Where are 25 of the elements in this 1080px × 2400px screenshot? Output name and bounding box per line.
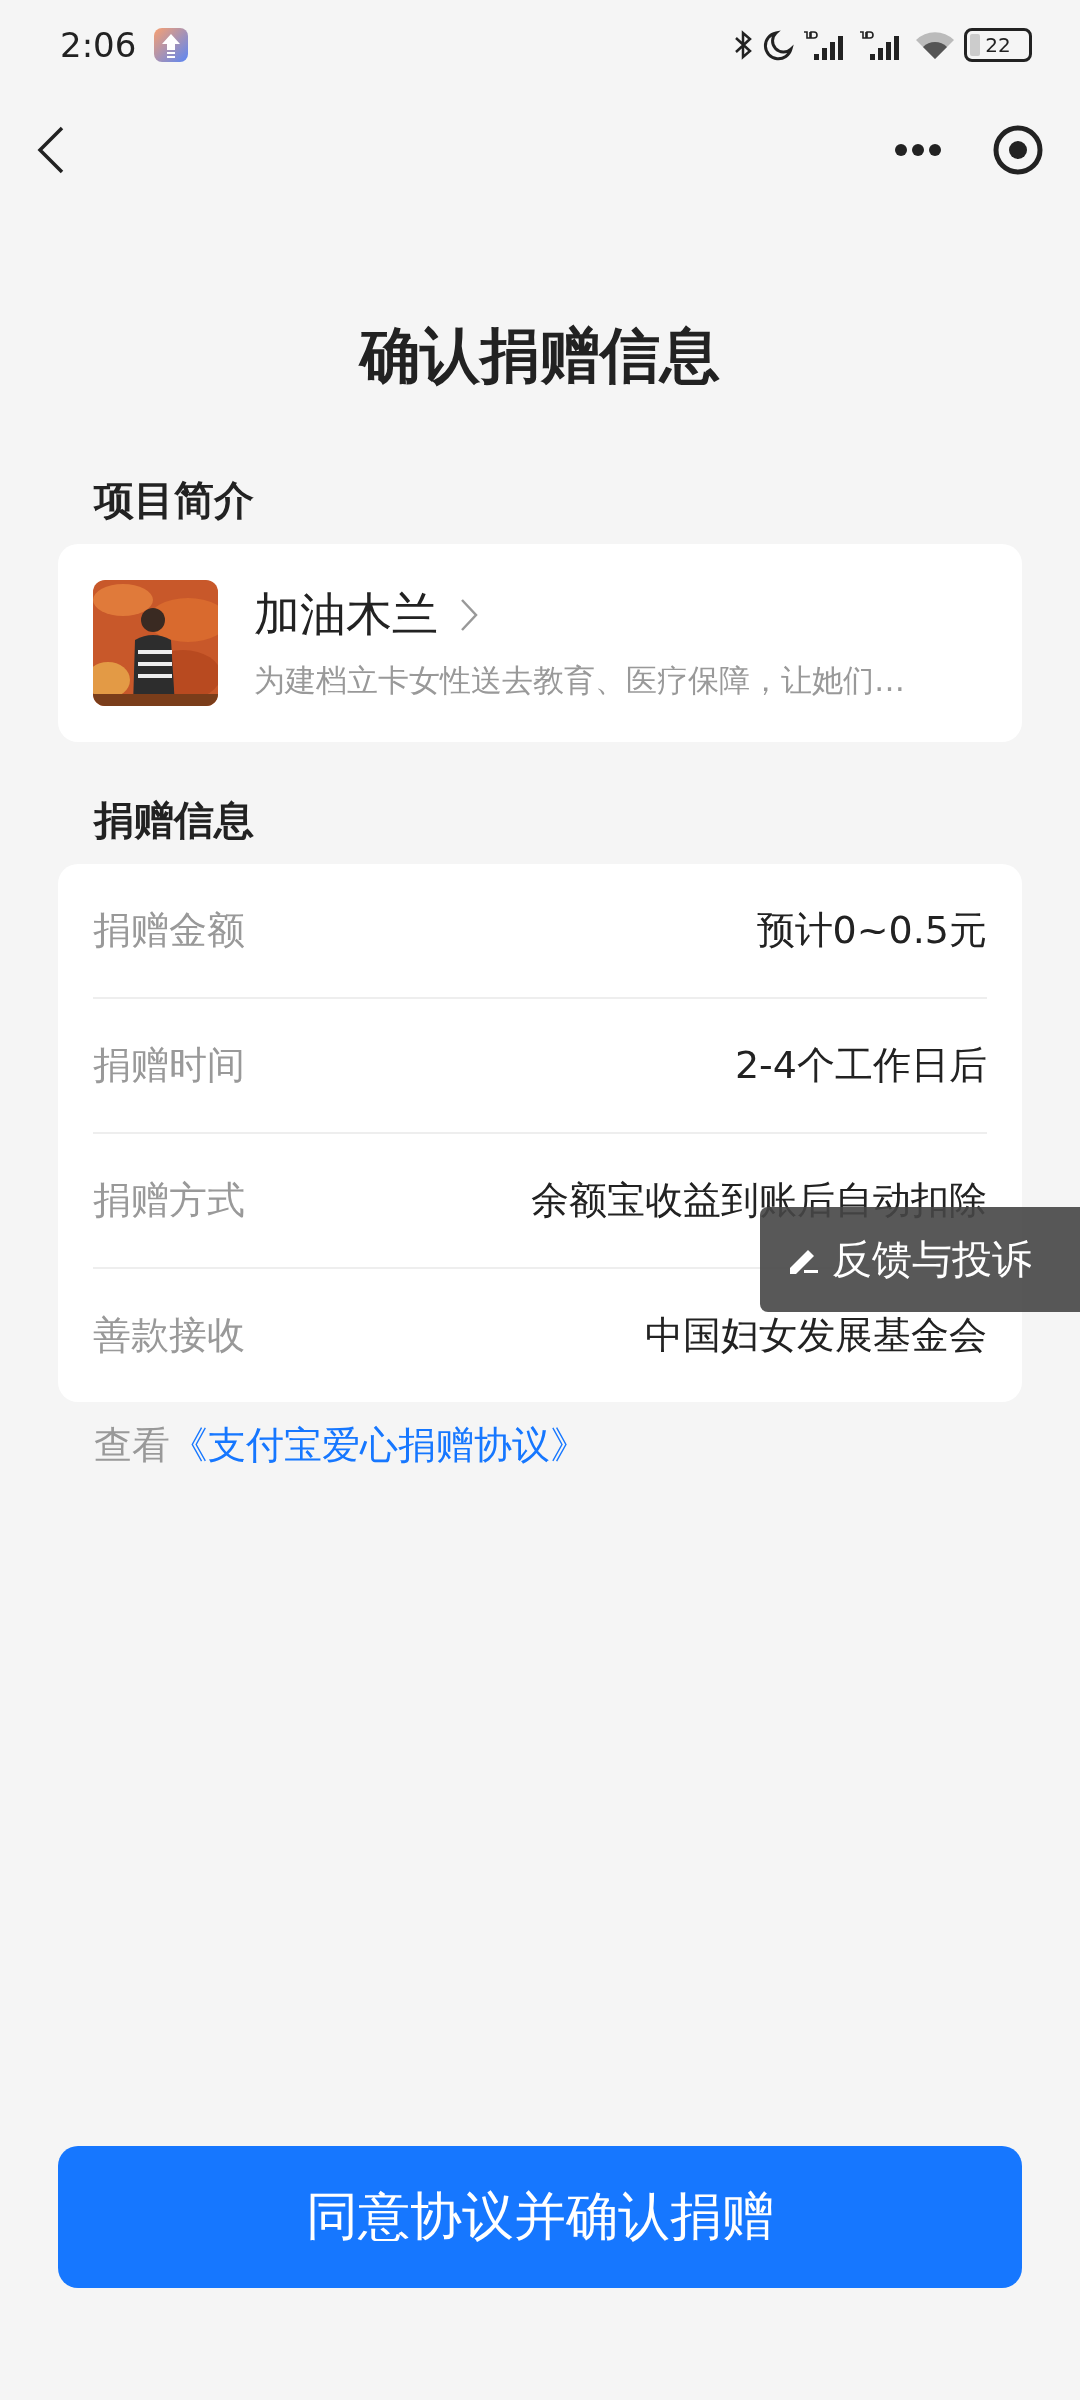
project-name: 加油木兰 [254, 586, 438, 643]
row-value: 预计0~0.5元 [756, 907, 987, 954]
row-value: 中国妇女发展基金会 [645, 1312, 987, 1359]
moon-icon [762, 29, 794, 61]
section-heading: 项目简介 [94, 476, 255, 525]
row-label: 捐赠方式 [93, 1177, 245, 1224]
battery-icon: 22 [964, 28, 1032, 62]
wifi-icon [914, 29, 956, 61]
row-value: 2-4个工作日后 [734, 1042, 987, 1089]
back-icon[interactable] [36, 125, 66, 175]
feedback-button[interactable]: 反馈与投诉 [760, 1207, 1080, 1312]
project-description: 为建档立卡女性送去教育、医疗保障，让她们… [254, 661, 905, 700]
project-card[interactable]: 加油木兰 为建档立卡女性送去教育、医疗保障，让她们… [58, 544, 1022, 742]
status-time: 2:06 [60, 25, 137, 65]
row-label: 捐赠时间 [93, 1042, 245, 1089]
agreement-prefix: 查看 [94, 1423, 170, 1467]
page-title: 确认捐赠信息 [357, 319, 721, 392]
more-icon[interactable] [894, 143, 942, 157]
upload-app-icon [154, 28, 189, 62]
section-heading: 捐赠信息 [94, 796, 255, 845]
row-label: 善款接收 [93, 1312, 245, 1359]
chevron-right-icon [460, 598, 478, 632]
confirm-button[interactable]: 同意协议并确认捐赠 [58, 2146, 1022, 2288]
agreement-link[interactable]: 《支付宝爱心捐赠协议》 [170, 1423, 588, 1467]
row-label: 捐赠金额 [93, 907, 245, 954]
